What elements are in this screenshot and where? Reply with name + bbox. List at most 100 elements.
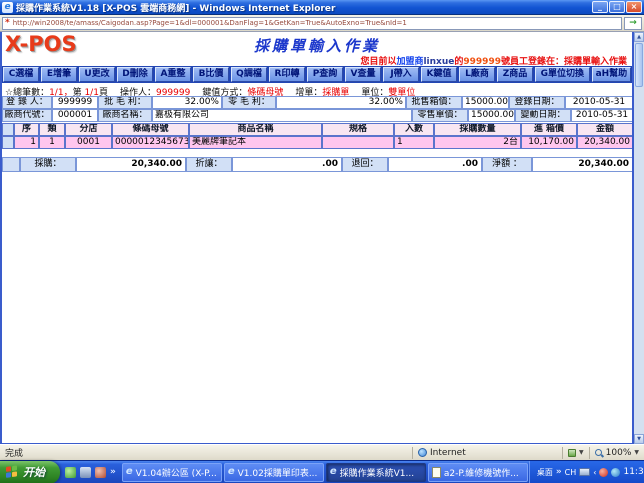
ie-icon: e — [126, 467, 133, 477]
title-bar[interactable]: e 採購作業系統V1.18 [X-POS 雲端商務網] - Windows In… — [0, 0, 644, 15]
operator-id: 999999 — [156, 88, 190, 96]
discount-total-field[interactable]: .00 — [232, 157, 342, 172]
status-bar: 完成 Internet ▼ 100% ▼ — [0, 444, 644, 460]
retail-unit-price-field[interactable]: 15000.00 — [468, 109, 515, 122]
go-button[interactable]: → — [624, 17, 642, 30]
taskbar-item-repair-serial[interactable]: a2-P.維修機號作... — [428, 463, 528, 482]
wholesale-margin-field[interactable]: 32.00% — [152, 96, 222, 109]
page-title: 採購單輸入作業 — [2, 35, 632, 56]
current-module: 採購單輸入作業 — [564, 57, 627, 67]
modify-date-field[interactable]: 2010-05-31 — [571, 109, 633, 122]
chevron-right-icon[interactable]: » — [110, 467, 116, 477]
wholesale-box-price-field[interactable]: 15000.00 — [462, 96, 509, 109]
toolbar-button-query[interactable]: P查詢 — [307, 67, 343, 82]
toolbar-button-check-quantity[interactable]: V查量 — [345, 67, 381, 82]
security-zone-pane[interactable]: Internet — [412, 447, 562, 459]
totals-spacer — [2, 157, 20, 172]
minimize-button[interactable]: _ — [592, 1, 608, 13]
taskbar-item-purchase-print[interactable]: e V1.02採購單印表... — [224, 463, 324, 482]
toolbar-button-unit-switch[interactable]: G單位切換 — [535, 67, 590, 82]
return-total-field[interactable]: .00 — [388, 157, 482, 172]
vendor-code-field[interactable]: 000001 — [52, 109, 98, 122]
unit-mode: 雙單位 — [388, 88, 415, 96]
quick-launch-icon-2[interactable] — [80, 467, 91, 478]
form-row-2: 廠商代號： 000001 廠商名稱： 嘉极有限公司 零售單價： 15000.00… — [2, 109, 632, 122]
site-favicon-icon: * — [5, 19, 10, 28]
employee-number: 999999 — [463, 57, 501, 67]
toolbar-button-modify[interactable]: U更改 — [79, 67, 115, 82]
franchise-name: linxue — [423, 57, 454, 67]
scrollbar-track[interactable] — [634, 88, 644, 434]
ie-icon: e — [2, 2, 13, 13]
ie-icon: e — [228, 467, 235, 477]
toolbar-button-refresh[interactable]: A重整 — [155, 67, 191, 82]
toolbar-button-product[interactable]: Z商品 — [497, 67, 533, 82]
key-mode: 條碼母號 — [247, 88, 283, 96]
address-bar: * http://win2008/te/amass/Caigodan.asp?P… — [0, 15, 644, 32]
internet-zone-icon — [418, 448, 427, 457]
retail-margin-field[interactable]: 32.00% — [276, 96, 406, 109]
maximize-button[interactable]: □ — [609, 1, 625, 13]
status-text: 完成 — [0, 446, 412, 459]
toolbar-button-compare-price[interactable]: B比價 — [193, 67, 229, 82]
tray-app-icon-blue[interactable] — [611, 468, 620, 477]
address-input[interactable]: * http://win2008/te/amass/Caigodan.asp?P… — [2, 17, 622, 30]
document-icon — [432, 467, 441, 478]
quick-launch: » — [60, 467, 121, 478]
toolbar-button-vendor[interactable]: L廠商 — [459, 67, 495, 82]
login-person-field[interactable]: 999999 — [52, 96, 98, 109]
zoom-level: 100% — [606, 448, 632, 458]
toolbar-button-print-transfer[interactable]: R印轉 — [269, 67, 305, 82]
vendor-name-field[interactable]: 嘉极有限公司 — [152, 109, 412, 122]
system-tray: 桌面 » CH ‹ 11:34 — [529, 461, 644, 483]
shield-icon — [568, 449, 576, 457]
caret-down-icon: ▼ — [579, 449, 584, 456]
toolbar-button-key-value[interactable]: K鍵值 — [421, 67, 457, 82]
caret-down-icon: ▼ — [634, 449, 639, 456]
window-controls: _ □ × — [592, 1, 642, 13]
taskbar-item-office-area[interactable]: e V1.04辦公區 (X-P... — [122, 463, 222, 482]
total-records: 1/1， — [49, 88, 73, 96]
ie-icon: e — [330, 467, 337, 477]
close-button[interactable]: × — [626, 1, 642, 13]
scroll-up-icon[interactable]: ▲ — [634, 32, 644, 42]
window-title: 採購作業系統V1.18 [X-POS 雲端商務網] - Windows Inte… — [16, 1, 592, 14]
toolbar-button-bring-in[interactable]: J帶入 — [383, 67, 419, 82]
browser-viewport: X-POS 採購單輸入作業 您目前以加盟商linxue的999999號員工登錄在… — [0, 32, 644, 444]
taskbar-clock[interactable]: 11:34 — [623, 467, 644, 477]
desktop-toolbar-label[interactable]: 桌面 — [537, 467, 553, 478]
record-info-line: ☆總筆數：1/1，第 1/1頁操作人：999999鍵值方式：條碼母號增單：採購單… — [2, 83, 632, 96]
scroll-down-icon[interactable]: ▼ — [634, 434, 644, 444]
toolbar-button-select-file[interactable]: C選檔 — [3, 67, 39, 82]
purchase-total-field[interactable]: 20,340.00 — [76, 157, 186, 172]
totals-row: 採購： 20,340.00 折讓： .00 退回： .00 淨額 ： 20,34… — [2, 157, 632, 172]
quick-launch-icon-1[interactable] — [65, 467, 76, 478]
row-selector — [2, 136, 14, 149]
form-row-1: 登 錄 人： 999999 批 毛 利： 32.00% 零 毛 利： 32.00… — [2, 96, 632, 109]
toolbar-button-load-file[interactable]: Q調檔 — [231, 67, 267, 82]
net-total-field[interactable]: 20,340.00 — [532, 157, 633, 172]
ie-window: e 採購作業系統V1.18 [X-POS 雲端商務網] - Windows In… — [0, 0, 644, 483]
toolbar-button-help[interactable]: aH幫助 — [592, 67, 631, 82]
page-header: X-POS 採購單輸入作業 — [2, 32, 632, 54]
quick-launch-icon-3[interactable] — [95, 467, 106, 478]
keyboard-icon[interactable] — [579, 468, 590, 476]
entry-date-field[interactable]: 2010-05-31 — [565, 96, 633, 109]
vertical-scrollbar[interactable]: ▲ ▼ — [634, 32, 644, 444]
chevron-right-icon[interactable]: » — [556, 467, 562, 477]
start-button[interactable]: 开始 — [0, 461, 60, 483]
tray-app-icon-red[interactable] — [599, 468, 608, 477]
toolbar-button-add-record[interactable]: E增筆 — [41, 67, 77, 82]
taskbar-item-purchase-system-active[interactable]: e 採購作業系統V1... — [326, 463, 426, 482]
zoom-control[interactable]: 100% ▼ — [589, 447, 644, 459]
windows-logo-icon — [6, 465, 19, 480]
toolbar-button-delete[interactable]: D刪除 — [117, 67, 153, 82]
chevron-left-icon[interactable]: ‹ — [593, 468, 596, 477]
table-row[interactable]: 1 1 0001 0000012345673 美麗牌筆記本 1 2台 10,17… — [2, 136, 632, 149]
language-indicator[interactable]: CH — [565, 468, 577, 477]
url-text: http://win2008/te/amass/Caigodan.asp?Pag… — [13, 19, 407, 27]
scrollbar-thumb[interactable] — [635, 43, 643, 87]
grid-header-row: 序 類 分店 條碼母號 商品名稱 規格 入數 採購數量 進 箱價 金額 — [2, 123, 632, 136]
protected-mode-pane[interactable]: ▼ — [562, 447, 589, 459]
magnifier-icon — [595, 449, 603, 457]
